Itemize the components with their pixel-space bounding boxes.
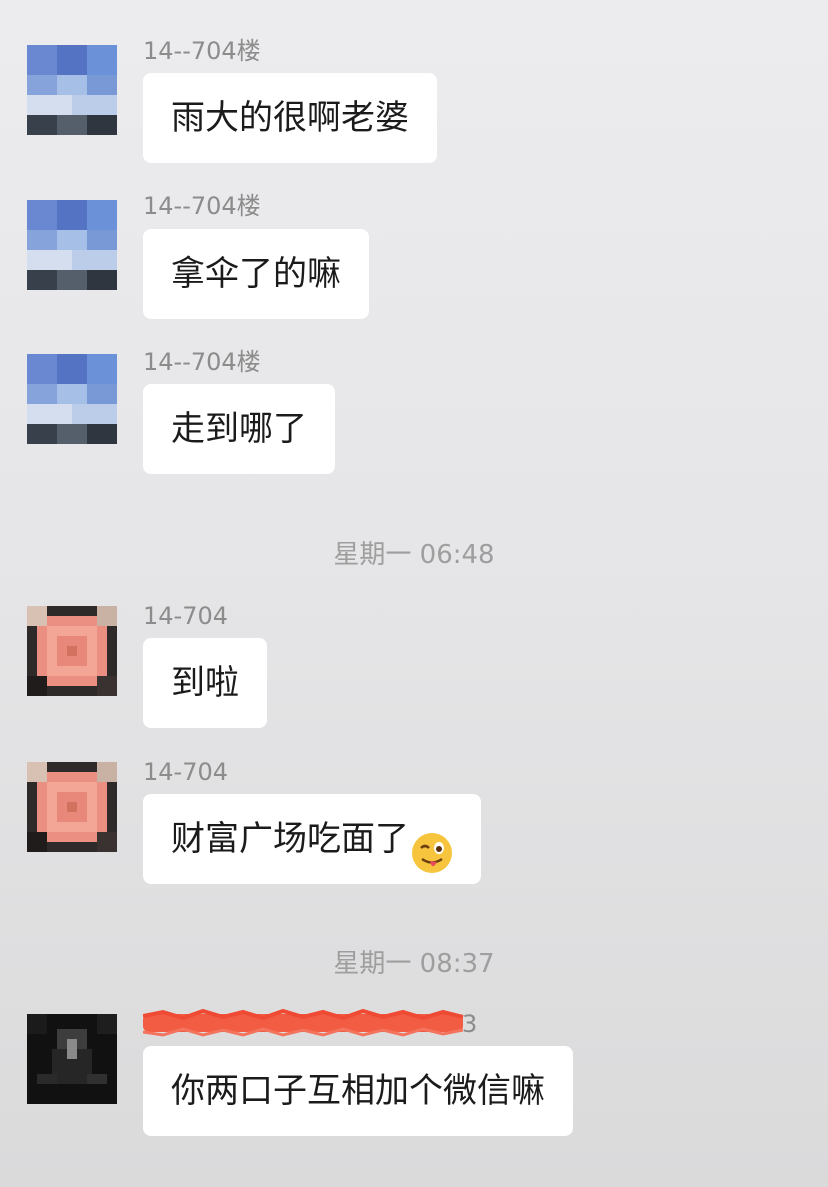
message-bubble[interactable]: 财富广场吃面了 xyxy=(143,794,481,884)
message-bubble[interactable]: 拿伞了的嘛 xyxy=(143,229,369,319)
avatar[interactable] xyxy=(27,200,117,290)
message-text: 你两口子互相加个微信嘛 xyxy=(171,1071,545,1111)
sender-name: 14--704楼 xyxy=(143,37,261,65)
redacted-sender-scribble xyxy=(142,1008,473,1038)
avatar[interactable] xyxy=(27,606,117,696)
chat-log: 14--704楼 雨大的很啊老婆 14--704楼 拿伞了的嘛 14--704楼… xyxy=(0,0,828,1187)
message-bubble[interactable]: 到啦 xyxy=(143,638,267,728)
sender-name: 14--704楼 xyxy=(143,348,261,376)
sender-name-tail: 3 xyxy=(462,1010,478,1038)
message-text: 拿伞了的嘛 xyxy=(171,254,341,294)
message-bubble[interactable]: 你两口子互相加个微信嘛 xyxy=(143,1046,573,1136)
avatar[interactable] xyxy=(27,45,117,135)
timestamp: 星期一 06:48 xyxy=(333,540,495,570)
sender-name: 14-704 xyxy=(143,602,229,630)
message-text: 雨大的很啊老婆 xyxy=(171,98,409,138)
avatar[interactable] xyxy=(27,354,117,444)
message-bubble[interactable]: 雨大的很啊老婆 xyxy=(143,73,437,163)
timestamp: 星期一 08:37 xyxy=(333,949,495,979)
sender-name: 14-704 xyxy=(143,758,229,786)
message-text: 财富广场吃面了 xyxy=(171,819,409,859)
avatar[interactable] xyxy=(27,762,117,852)
message-text: 走到哪了 xyxy=(171,409,307,449)
winking-face-with-tongue-icon xyxy=(411,818,453,873)
message-bubble[interactable]: 走到哪了 xyxy=(143,384,335,474)
avatar[interactable] xyxy=(27,1014,117,1104)
sender-name: 14--704楼 xyxy=(143,192,261,220)
message-text: 到啦 xyxy=(171,663,239,703)
